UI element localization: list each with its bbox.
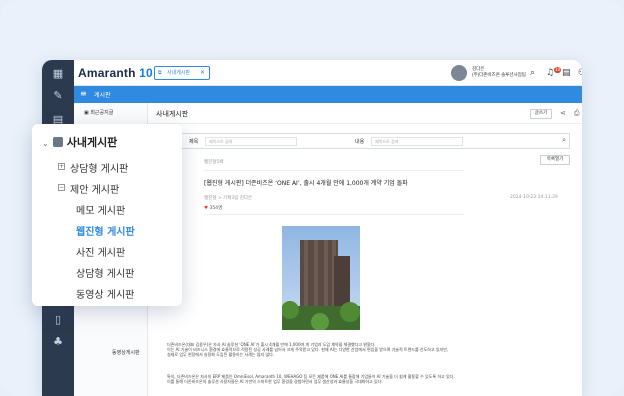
top-header: Amaranth 10 ⧉ 사내게시판 ✕ 김다은 (주)더존비즈온 솔루션사업… [74, 60, 582, 86]
breadcrumb: 웹진형5페 [204, 160, 224, 165]
chevron-down-icon: ⌄ [42, 139, 49, 148]
pencil-icon[interactable]: ✎ [50, 88, 66, 104]
tree-item[interactable]: 제안 게시판 [70, 181, 119, 196]
search-panel: 제목 제목으로 검색 내용 제목으로 검색 ⌕ [158, 133, 570, 149]
article-body-1: 더존비즈온(대표 김용우)은 자사 AI 솔루션 ‘ONE AI’가 출시 4개… [167, 342, 448, 357]
brand-logo[interactable]: Amaranth 10 [78, 66, 153, 80]
document-icon[interactable]: ▯ [50, 312, 66, 328]
bell-icon[interactable]: ♫ [546, 68, 554, 78]
tree-item[interactable]: 상담형 게시판 [76, 265, 134, 280]
tree-item-active[interactable]: 웹진형 게시판 [76, 223, 135, 238]
network-icon[interactable]: ⚇ [578, 68, 582, 78]
sidebar-item-recent[interactable]: ▣ 최근공지글 [84, 109, 113, 116]
clipboard-icon[interactable]: ▤ [562, 68, 571, 78]
likes[interactable]: ♥ 354명 [204, 205, 222, 211]
grid-menu-icon[interactable]: ▦ [50, 66, 66, 82]
divider [148, 123, 582, 124]
hamburger-icon[interactable]: ≡ [80, 89, 87, 98]
tree-item[interactable]: 동영상 게시판 [76, 286, 134, 301]
article-photo [282, 226, 360, 330]
title-search-input[interactable]: 제목으로 검색 [205, 137, 297, 146]
user-dept: (주)더존비즈온 솔루션사업팀 [472, 72, 526, 77]
tree-header[interactable]: ⌄ 사내게시판 [42, 134, 117, 150]
avatar[interactable] [451, 65, 467, 81]
heart-icon: ♥ [204, 206, 209, 211]
open-tab-chip[interactable]: ⧉ 사내게시판 ✕ [154, 66, 210, 80]
tree-item[interactable]: 사진 게시판 [76, 244, 125, 259]
expand-plus-icon[interactable]: + [58, 163, 65, 170]
folder-icon [52, 137, 63, 147]
external-link-icon: ⧉ [158, 70, 162, 76]
article-body-2: 특히, 더존비즈온은 자사의 ERP 제품인 OmniEsol, Amarant… [167, 374, 455, 384]
divider [204, 170, 464, 171]
article-meta: 웹진형 > 기획3팀 김다은 [204, 196, 253, 201]
search-icon[interactable]: ⌕ [562, 136, 566, 145]
page-title: 사내게시판 [156, 110, 189, 118]
notice-icon: ▣ [84, 110, 89, 116]
share-icon[interactable]: ⋖ [560, 109, 566, 117]
open-tab-label: 사내게시판 [167, 70, 191, 76]
tree-item[interactable]: 상담형 게시판 [70, 160, 128, 175]
article-date: 2024-10-23 14:11:29 [510, 195, 558, 200]
list-open-button[interactable]: 목록열기 [540, 155, 570, 165]
content-search-label: 내용 [355, 139, 365, 145]
title-search-label: 제목 [189, 139, 199, 145]
tree-item[interactable]: 메모 게시판 [76, 202, 125, 217]
board-tree-popup: ⌄ 사내게시판 + 상담형 게시판 − 제안 게시판 메모 게시판 웹진형 게시판… [32, 124, 182, 306]
divider [204, 214, 464, 215]
notification-badge: 10 [554, 67, 561, 73]
user-info[interactable]: 김다은 (주)더존비즈온 솔루션사업팀 [472, 66, 526, 78]
write-button[interactable]: 글쓰기 [530, 109, 552, 119]
org-icon[interactable]: ♣ [50, 334, 66, 350]
menu-bar: ≡ 게시판 [74, 86, 582, 103]
close-icon[interactable]: ✕ [200, 67, 205, 79]
collapse-minus-icon[interactable]: − [58, 184, 65, 191]
content-search-input[interactable]: 제목으로 검색 [371, 137, 463, 146]
menu-title: 게시판 [94, 92, 111, 99]
article-title: [웹진형 게시판] 더존비즈온 ‘ONE AI’, 출시 4개월 만에 1,00… [204, 180, 408, 187]
body-line: 실제로 업무 현장에서 실용화 도입된 활용하는 사례는 많지 않다. [167, 352, 275, 357]
search-icon[interactable]: ⌕ [530, 68, 535, 78]
body-line: 이를 통해 더존비즈온의 솔루션 사용자들은 AI 기반의 스마트한 업무 환경… [167, 379, 383, 384]
sidebar-item-video[interactable]: 동영상게시판 [112, 349, 140, 356]
print-icon[interactable]: ⎙ [574, 109, 580, 118]
